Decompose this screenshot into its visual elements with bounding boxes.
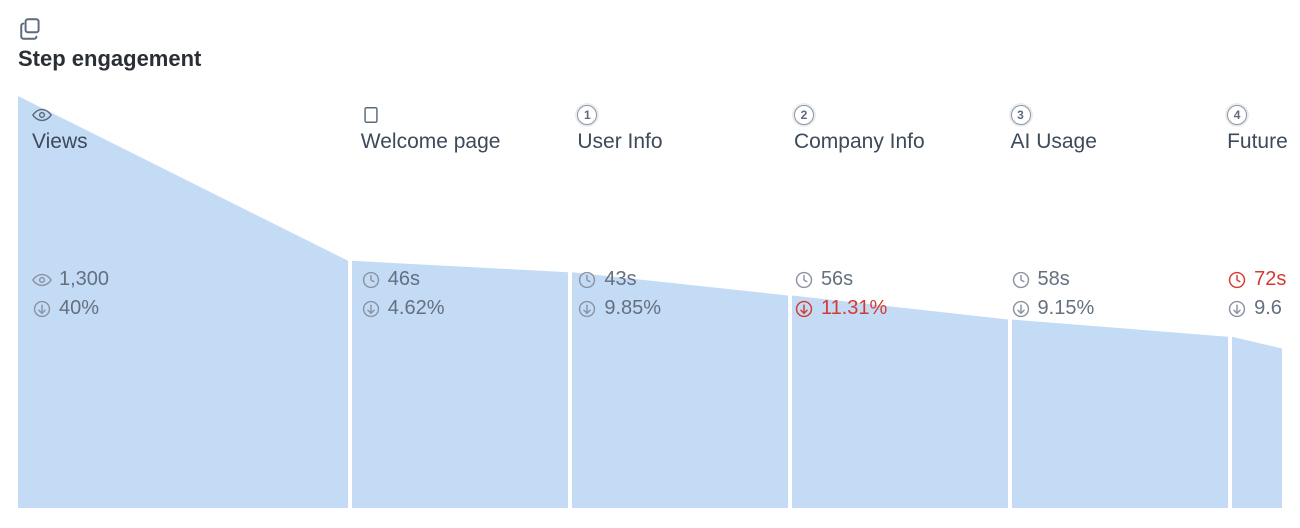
step-head: 3 AI Usage bbox=[1011, 104, 1097, 154]
clock-icon bbox=[361, 270, 381, 290]
metric-drop-value: 9.6 bbox=[1254, 297, 1282, 320]
metric-time-value: 46s bbox=[388, 268, 420, 291]
metric-time-value: 72s bbox=[1254, 268, 1286, 291]
step-metrics: 72s 9.6 bbox=[1227, 268, 1286, 320]
step-head: 1 User Info bbox=[577, 104, 662, 154]
step-metrics: 46s 4.62% bbox=[361, 268, 445, 320]
eye-icon bbox=[32, 104, 88, 126]
step-col-company[interactable]: 2 Company Info 56s 11.31% bbox=[780, 96, 993, 508]
metric-drop-value: 9.15% bbox=[1038, 297, 1095, 320]
step-head: Views bbox=[32, 104, 88, 154]
step-metrics: 56s 11.31% bbox=[794, 268, 887, 320]
step-col-user[interactable]: 1 User Info 43s 9.85% bbox=[563, 96, 776, 508]
step-label: Company Info bbox=[794, 130, 925, 154]
drop-icon bbox=[577, 299, 597, 319]
page-title: Step engagement bbox=[18, 46, 1282, 72]
metric-drop: 9.6 bbox=[1227, 297, 1286, 320]
stack-icon bbox=[18, 16, 1282, 42]
step-col-ai[interactable]: 3 AI Usage 58s 9.15% bbox=[997, 96, 1210, 508]
step-badge-icon: 2 bbox=[794, 104, 925, 126]
metric-time: 56s bbox=[794, 268, 887, 291]
metric-drop: 9.15% bbox=[1011, 297, 1095, 320]
funnel-steps: Views 1,300 40% Welcome page 46s bbox=[18, 96, 1282, 508]
step-label: Views bbox=[32, 130, 88, 154]
step-head: 2 Company Info bbox=[794, 104, 925, 154]
metric-time: 43s bbox=[577, 268, 661, 291]
step-label: Future bbox=[1227, 130, 1288, 154]
eye-icon bbox=[32, 270, 52, 290]
clock-icon bbox=[577, 270, 597, 290]
step-metrics: 1,300 40% bbox=[32, 268, 109, 320]
drop-icon bbox=[32, 299, 52, 319]
metric-time: 72s bbox=[1227, 268, 1286, 291]
step-metrics: 58s 9.15% bbox=[1011, 268, 1095, 320]
metric-drop-value: 40% bbox=[59, 297, 99, 320]
drop-icon bbox=[1227, 299, 1247, 319]
step-col-views[interactable]: Views 1,300 40% bbox=[18, 96, 343, 508]
step-col-welcome[interactable]: Welcome page 46s 4.62% bbox=[347, 96, 560, 508]
drop-icon bbox=[1011, 299, 1031, 319]
metric-drop-value: 4.62% bbox=[388, 297, 445, 320]
metric-time: 46s bbox=[361, 268, 445, 291]
metric-time-value: 58s bbox=[1038, 268, 1070, 291]
metric-drop: 11.31% bbox=[794, 297, 887, 320]
metric-drop: 4.62% bbox=[361, 297, 445, 320]
step-badge-icon: 4 bbox=[1227, 104, 1288, 126]
step-head: 4 Future bbox=[1227, 104, 1288, 154]
metric-time-value: 1,300 bbox=[59, 268, 109, 291]
step-col-future[interactable]: 4 Future 72s 9.6 bbox=[1213, 96, 1282, 508]
page-icon bbox=[361, 104, 501, 126]
step-label: Welcome page bbox=[361, 130, 501, 154]
clock-icon bbox=[794, 270, 814, 290]
step-badge-icon: 1 bbox=[577, 104, 662, 126]
step-label: AI Usage bbox=[1011, 130, 1097, 154]
metric-drop-value: 11.31% bbox=[821, 297, 887, 320]
step-label: User Info bbox=[577, 130, 662, 154]
step-head: Welcome page bbox=[361, 104, 501, 154]
funnel-chart: Views 1,300 40% Welcome page 46s bbox=[18, 96, 1282, 508]
metric-drop: 9.85% bbox=[577, 297, 661, 320]
metric-time-value: 56s bbox=[821, 268, 853, 291]
metric-time: 58s bbox=[1011, 268, 1095, 291]
metric-time: 1,300 bbox=[32, 268, 109, 291]
clock-icon bbox=[1011, 270, 1031, 290]
drop-icon bbox=[361, 299, 381, 319]
metric-drop: 40% bbox=[32, 297, 109, 320]
drop-icon bbox=[794, 299, 814, 319]
step-badge-icon: 3 bbox=[1011, 104, 1097, 126]
metric-drop-value: 9.85% bbox=[604, 297, 661, 320]
metric-time-value: 43s bbox=[604, 268, 636, 291]
clock-icon bbox=[1227, 270, 1247, 290]
step-metrics: 43s 9.85% bbox=[577, 268, 661, 320]
